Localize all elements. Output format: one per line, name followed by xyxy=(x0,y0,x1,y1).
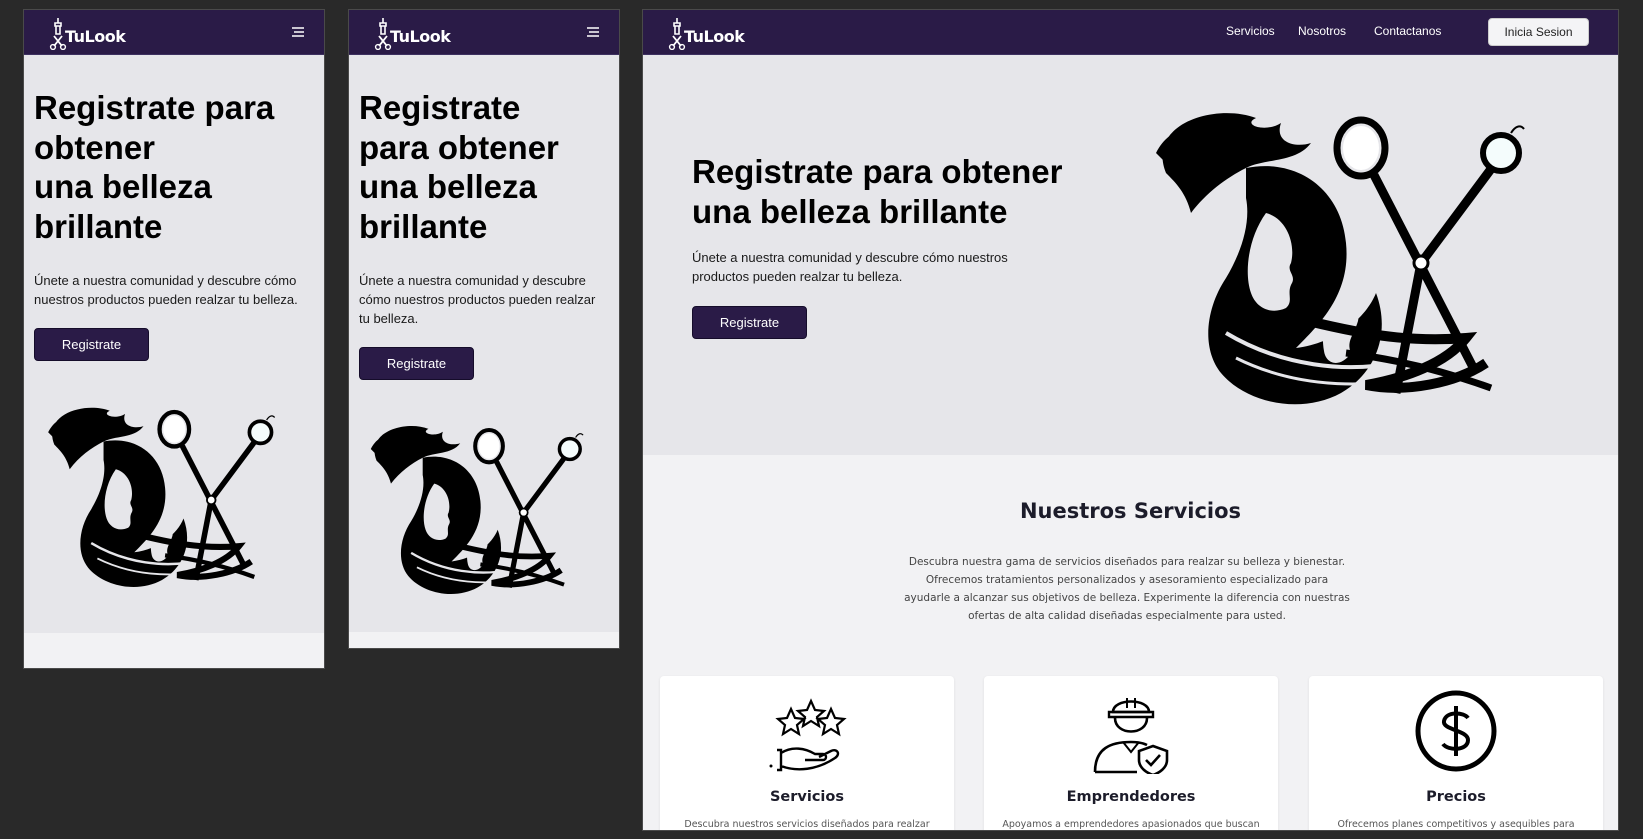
hero-title-line: Registrate xyxy=(359,89,521,126)
hair-salon-illustration xyxy=(1146,102,1536,424)
card-text: Apoyamos a emprendedores apasionados que… xyxy=(1002,819,1260,830)
hair-salon-illustration xyxy=(365,420,590,605)
brand-name: TuLook xyxy=(390,27,451,46)
register-button[interactable]: Registrate xyxy=(692,306,807,339)
brand-name: TuLook xyxy=(65,27,126,46)
card-text: Descubra nuestros servicios diseñados pa… xyxy=(684,819,930,830)
hero-title-line: Registrate para obtener xyxy=(692,153,1063,190)
hero-title-line: brillante xyxy=(359,207,488,245)
hero-title-line: una belleza brillante xyxy=(692,192,1008,230)
services-section: Nuestros Servicios Descubra nuestra gama… xyxy=(643,455,1618,830)
nav-link-contactanos[interactable]: Contactanos xyxy=(1374,24,1441,38)
card-title: Emprendedores xyxy=(1066,789,1196,805)
mobile-preview-b: TuLook Registrate para obtener una belle… xyxy=(348,9,620,649)
nav-link-servicios[interactable]: Servicios xyxy=(1226,24,1275,38)
login-button[interactable]: Inicia Sesion xyxy=(1488,18,1589,46)
card-title: Servicios xyxy=(769,789,844,805)
hero-subtitle-line: productos pueden realzar tu belleza. xyxy=(692,269,903,284)
brand-logo[interactable]: TuLook xyxy=(667,14,745,50)
navbar: TuLook xyxy=(24,10,324,55)
hero-title: Registrate para obtener una belleza bril… xyxy=(692,152,1062,231)
register-button[interactable]: Registrate xyxy=(34,328,149,361)
hero-title-line: obtener xyxy=(34,128,156,166)
desktop-preview: TuLook Servicios Nosotros Contactanos In… xyxy=(642,9,1619,831)
service-card-emprendedores[interactable]: Emprendedores Apoyamos a emprendedores a… xyxy=(984,676,1278,830)
section-divider xyxy=(349,632,619,648)
hero-title-line: una belleza xyxy=(34,168,212,206)
hamburger-menu-icon[interactable] xyxy=(584,23,602,41)
hero-title-line: brillante xyxy=(34,207,163,245)
card-text: Ofrecemos planes competitivos y asequibl… xyxy=(1337,819,1575,830)
hamburger-menu-icon[interactable] xyxy=(289,23,307,41)
hair-salon-illustration xyxy=(42,400,282,600)
hero-title-line: Registrate para xyxy=(34,89,275,126)
service-card-precios[interactable]: Precios Ofrecemos planes competitivos y … xyxy=(1309,676,1603,830)
hero-title: Registrate para obtener una belleza bril… xyxy=(34,88,274,246)
services-title: Nuestros Servicios xyxy=(1019,499,1242,523)
section-divider xyxy=(24,633,324,668)
mobile-preview-a: TuLook Registrate para obtener una belle… xyxy=(23,9,325,669)
brand-logo[interactable]: TuLook xyxy=(48,14,126,50)
register-button[interactable]: Registrate xyxy=(359,347,474,380)
stars-hand-icon xyxy=(769,698,847,772)
hero-subtitle: Únete a nuestra comunidad y descubre cóm… xyxy=(34,273,298,307)
worker-shield-icon xyxy=(1093,698,1169,774)
hero-subtitle: Únete a nuestra comunidad y descubre cóm… xyxy=(692,248,1012,286)
card-title: Precios xyxy=(1426,789,1486,805)
navbar: TuLook Servicios Nosotros Contactanos In… xyxy=(643,10,1618,55)
hero-title: Registrate para obtener una belleza bril… xyxy=(359,88,559,246)
nav-link-nosotros[interactable]: Nosotros xyxy=(1298,24,1346,38)
navbar: TuLook xyxy=(349,10,619,55)
brand-logo[interactable]: TuLook xyxy=(373,14,451,50)
hero-subtitle-line: Únete a nuestra comunidad y descubre cóm… xyxy=(692,250,1008,265)
service-card-servicios[interactable]: Servicios Descubra nuestros servicios di… xyxy=(660,676,954,830)
brand-name: TuLook xyxy=(684,27,745,46)
services-description: Descubra nuestra gama de servicios diseñ… xyxy=(904,556,1350,622)
hero-subtitle: Únete a nuestra comunidad y descubre cóm… xyxy=(359,273,596,326)
hero-title-line: para obtener xyxy=(359,128,559,166)
hero-title-line: una belleza xyxy=(359,168,537,206)
dollar-coin-icon xyxy=(1415,690,1497,772)
